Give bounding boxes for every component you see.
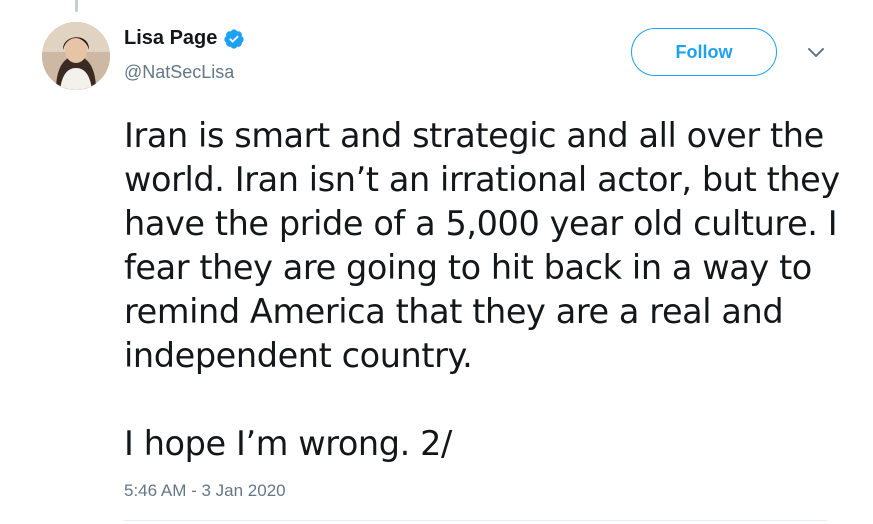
tweet-text: Iran is smart and strategic and all over… xyxy=(124,114,854,466)
divider xyxy=(124,520,827,521)
thread-connector-line xyxy=(75,0,78,12)
author-name-row[interactable]: Lisa Page xyxy=(124,27,245,50)
verified-badge-icon xyxy=(223,28,245,50)
avatar-image xyxy=(42,22,110,90)
chevron-down-icon[interactable] xyxy=(806,46,826,60)
tweet-timestamp[interactable]: 5:46 AM - 3 Jan 2020 xyxy=(124,481,286,501)
tweet-paragraph: I hope I’m wrong. 2/ xyxy=(124,424,452,463)
follow-button[interactable]: Follow xyxy=(631,28,777,76)
avatar[interactable] xyxy=(42,22,110,90)
author-display-name[interactable]: Lisa Page xyxy=(124,27,217,50)
author-handle[interactable]: @NatSecLisa xyxy=(124,62,234,83)
tweet-paragraph: Iran is smart and strategic and all over… xyxy=(124,116,840,375)
